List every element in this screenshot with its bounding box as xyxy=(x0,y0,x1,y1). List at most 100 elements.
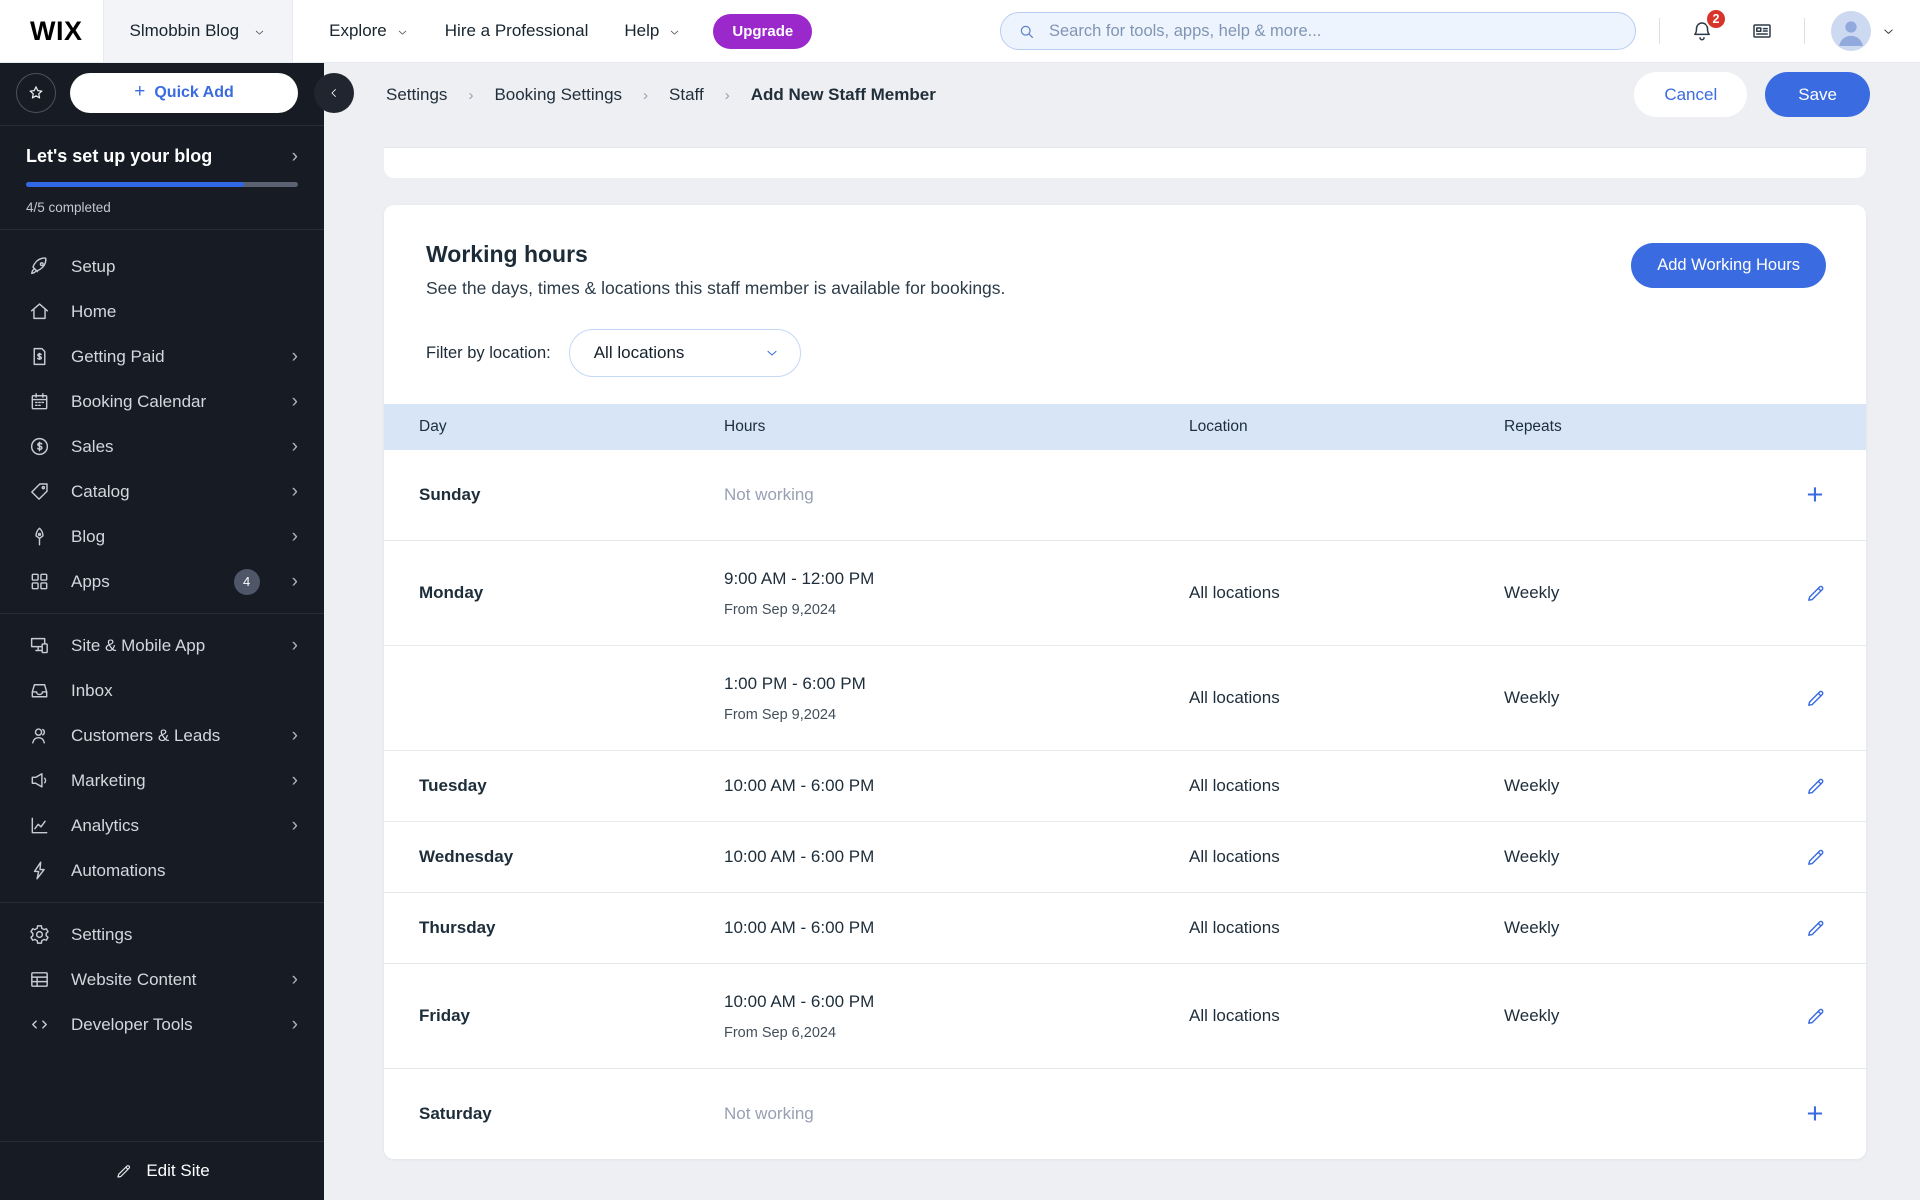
plus-icon: + xyxy=(134,81,146,102)
nav-hire-a-professional[interactable]: Hire a Professional xyxy=(445,21,589,41)
breadcrumb-staff[interactable]: Staff xyxy=(669,85,704,105)
sidebar-item-setup[interactable]: Setup xyxy=(0,244,324,289)
breadcrumb-booking-settings[interactable]: Booking Settings xyxy=(494,85,622,105)
chevron-right-icon: › xyxy=(291,1014,298,1035)
sidebar-item-home[interactable]: Home xyxy=(0,289,324,334)
edit-site-button[interactable]: Edit Site xyxy=(0,1141,324,1200)
sidebar-item-booking-calendar[interactable]: Booking Calendar › xyxy=(0,379,324,424)
previous-section-card-edge xyxy=(384,147,1866,178)
sidebar-item-blog[interactable]: Blog › xyxy=(0,514,324,559)
wix-dashboard: WIX Slmobbin Blog Explore Hire a Profess… xyxy=(0,0,1920,1200)
sidebar-item-catalog[interactable]: Catalog › xyxy=(0,469,324,514)
favorites-button[interactable] xyxy=(16,73,56,113)
table-row: Sunday Not working + xyxy=(384,450,1866,541)
setup-panel-header[interactable]: Let's set up your blog › xyxy=(26,146,298,167)
quick-add-button[interactable]: + Quick Add xyxy=(70,73,298,113)
table-row: Monday 9:00 AM - 12:00 PM From Sep 9,2024 A… xyxy=(384,541,1866,646)
edit-hours-button[interactable] xyxy=(1800,842,1831,873)
save-button[interactable]: Save xyxy=(1765,72,1870,117)
table-row: Tuesday 10:00 AM - 6:00 PM All locations We… xyxy=(384,751,1866,822)
sidebar-item-label: Getting Paid xyxy=(71,346,165,366)
search-input[interactable] xyxy=(1047,20,1619,42)
edit-hours-button[interactable] xyxy=(1800,913,1831,944)
site-switcher[interactable]: Slmobbin Blog xyxy=(102,0,294,62)
sidebar-collapse-button[interactable] xyxy=(314,73,354,113)
sidebar-item-analytics[interactable]: Analytics › xyxy=(0,803,324,848)
sidebar-item-marketing[interactable]: Marketing › xyxy=(0,758,324,803)
edit-hours-button[interactable] xyxy=(1800,578,1831,609)
sidebar-item-sales[interactable]: Sales › xyxy=(0,424,324,469)
updates-button[interactable] xyxy=(1750,19,1774,43)
add-hours-button[interactable]: + xyxy=(1803,480,1828,510)
breadcrumb-settings[interactable]: Settings xyxy=(386,85,447,105)
getting-paid-icon xyxy=(28,345,51,368)
setup-progress-fill xyxy=(26,182,244,187)
breadcrumb-separator: › xyxy=(468,86,474,104)
site-mobile-icon xyxy=(28,634,51,657)
upgrade-button[interactable]: Upgrade xyxy=(713,13,813,49)
sidebar-item-automations[interactable]: Automations xyxy=(0,848,324,893)
sidebar-item-apps[interactable]: Apps 4 › xyxy=(0,559,324,604)
nav-help[interactable]: Help xyxy=(624,21,681,41)
nav-explore[interactable]: Explore xyxy=(329,21,409,41)
sidebar-item-label: Setup xyxy=(71,256,116,276)
automations-icon xyxy=(28,859,51,882)
edit-hours-button[interactable] xyxy=(1800,683,1831,714)
sidebar-nav: Setup Home Getting Paid › Booking Calendar › S… xyxy=(0,230,324,1053)
day-cell: Thursday xyxy=(419,918,496,937)
day-cell: Tuesday xyxy=(419,776,487,795)
hours-cell: 10:00 AM - 6:00 PM xyxy=(724,776,1189,796)
hours-cell: 9:00 AM - 12:00 PM From Sep 9,2024 xyxy=(724,569,1189,618)
not-working-label: Not working xyxy=(724,485,814,504)
sidebar-item-site-mobile-app[interactable]: Site & Mobile App › xyxy=(0,623,324,668)
chevron-right-icon: › xyxy=(291,481,298,502)
avatar[interactable] xyxy=(1831,11,1871,51)
chevron-right-icon: › xyxy=(291,635,298,656)
location-filter-dropdown[interactable]: All locations xyxy=(568,329,801,377)
apps-count-badge: 4 xyxy=(233,568,260,595)
hours-from-date: From Sep 9,2024 xyxy=(724,601,837,618)
sidebar-item-website-content[interactable]: Website Content › xyxy=(0,957,324,1002)
edit-hours-button[interactable] xyxy=(1800,1001,1831,1032)
sidebar-item-settings[interactable]: Settings xyxy=(0,912,324,957)
marketing-icon xyxy=(28,769,51,792)
working-hours-table-header: Day Hours Location Repeats xyxy=(384,404,1866,450)
search-icon xyxy=(1017,22,1036,41)
chevron-right-icon: › xyxy=(291,571,298,592)
sidebar-item-getting-paid[interactable]: Getting Paid › xyxy=(0,334,324,379)
chevron-right-icon: › xyxy=(291,526,298,547)
hours-value: 10:00 AM - 6:00 PM xyxy=(724,918,875,937)
chevron-right-icon: › xyxy=(291,391,298,412)
edit-hours-button[interactable] xyxy=(1800,771,1831,802)
nav-explore-label: Explore xyxy=(329,21,387,40)
setup-panel: Let's set up your blog › 4/5 completed xyxy=(0,126,324,229)
add-hours-button[interactable]: + xyxy=(1803,1099,1828,1129)
add-working-hours-button[interactable]: Add Working Hours xyxy=(1631,243,1826,288)
table-row: Saturday Not working + xyxy=(384,1069,1866,1159)
pencil-icon xyxy=(1804,917,1827,940)
cancel-button[interactable]: Cancel xyxy=(1634,72,1748,117)
day-cell: Saturday xyxy=(419,1104,492,1123)
account-menu-chevron[interactable] xyxy=(1881,24,1896,39)
filter-label: Filter by location: xyxy=(426,343,551,362)
nav-hire-label: Hire a Professional xyxy=(444,21,589,40)
repeats-cell: Weekly xyxy=(1504,688,1560,707)
site-name: Slmobbin Blog xyxy=(129,21,240,40)
search-bar[interactable] xyxy=(1000,12,1636,50)
table-row: Friday 10:00 AM - 6:00 PM From Sep 6,2024 A… xyxy=(384,964,1866,1069)
sidebar-item-inbox[interactable]: Inbox xyxy=(0,668,324,713)
chevron-down-icon xyxy=(764,345,780,361)
sidebar-item-customers-leads[interactable]: Customers & Leads › xyxy=(0,713,324,758)
location-cell: All locations xyxy=(1189,583,1280,602)
notifications-button[interactable]: 2 xyxy=(1690,8,1727,43)
sidebar-item-label: Booking Calendar xyxy=(71,391,207,411)
sidebar: + Quick Add Let's set up your blog › 4/5… xyxy=(0,62,324,1200)
rocket-icon xyxy=(28,255,51,278)
location-cell: All locations xyxy=(1189,688,1280,707)
wix-logo: WIX xyxy=(30,15,83,46)
setup-completed-text: 4/5 completed xyxy=(26,200,111,215)
breadcrumb-separator: › xyxy=(643,86,649,104)
repeats-cell: Weekly xyxy=(1504,776,1560,795)
sidebar-divider xyxy=(0,613,324,614)
sidebar-item-developer-tools[interactable]: Developer Tools › xyxy=(0,1002,324,1047)
